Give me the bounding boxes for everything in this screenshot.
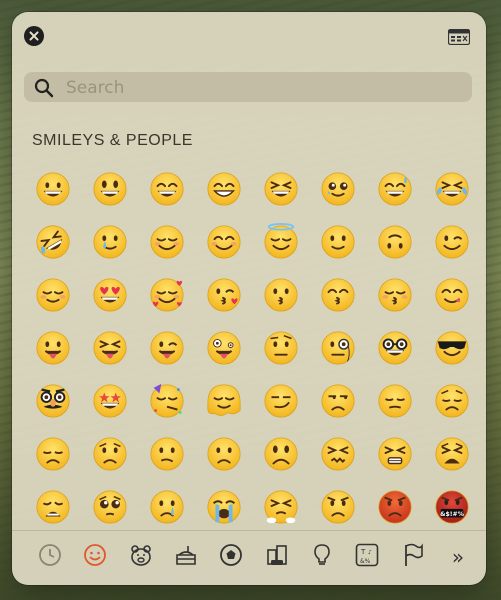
svg-text:T: T <box>360 548 366 556</box>
emoji-grid: &$!#% <box>24 162 484 533</box>
emoji-slightly-smiling[interactable] <box>309 215 366 268</box>
emoji-grinning-big-eyes[interactable] <box>81 162 138 215</box>
emoji-upside-down[interactable] <box>366 215 423 268</box>
emoji-sunglasses[interactable] <box>423 321 480 374</box>
category-smileys-button[interactable] <box>75 537 115 577</box>
emoji-partying[interactable] <box>138 374 195 427</box>
emoji-crying[interactable] <box>138 480 195 533</box>
emoji-tired[interactable] <box>423 427 480 480</box>
emoji-grinning[interactable] <box>24 162 81 215</box>
category-bar: T ♪ &% » <box>24 534 484 580</box>
emoji-smirk[interactable] <box>252 374 309 427</box>
search-icon <box>34 78 54 98</box>
category-animals-button[interactable] <box>121 537 161 577</box>
emoji-picker-panel: SMILEYS & PEOPLE <box>12 12 486 585</box>
svg-text:&$!#%: &$!#% <box>440 511 464 518</box>
food-icon <box>173 542 199 572</box>
travel-icon <box>264 542 290 572</box>
emoji-star-struck[interactable] <box>81 374 138 427</box>
category-food-button[interactable] <box>166 537 206 577</box>
emoji-unamused[interactable] <box>309 374 366 427</box>
emoji-heart-eyes[interactable] <box>81 268 138 321</box>
category-activity-button[interactable] <box>211 537 251 577</box>
emoji-grinning-smiling-eyes[interactable] <box>138 162 195 215</box>
more-categories-button[interactable]: » <box>438 537 478 577</box>
emoji-angry[interactable] <box>309 480 366 533</box>
emoji-smiling-blush[interactable] <box>195 215 252 268</box>
emoji-kissing-heart[interactable] <box>195 268 252 321</box>
close-button[interactable] <box>24 26 44 46</box>
category-flags-button[interactable] <box>393 537 433 577</box>
emoji-kissing[interactable] <box>252 268 309 321</box>
emoji-squinting-tongue[interactable] <box>81 321 138 374</box>
flags-icon <box>400 542 426 572</box>
character-viewer-icon[interactable] <box>447 28 471 46</box>
emoji-pouting[interactable] <box>366 480 423 533</box>
objects-icon <box>309 542 335 572</box>
emoji-pensive[interactable] <box>423 374 480 427</box>
emoji-kissing-closed-eyes[interactable] <box>366 268 423 321</box>
emoji-zany[interactable] <box>195 321 252 374</box>
emoji-melting[interactable] <box>195 374 252 427</box>
animals-icon <box>128 542 154 572</box>
emoji-yum[interactable] <box>423 268 480 321</box>
divider <box>12 530 486 531</box>
emoji-worried[interactable] <box>81 427 138 480</box>
activity-icon <box>218 542 244 572</box>
emoji-confused[interactable] <box>138 427 195 480</box>
category-objects-button[interactable] <box>302 537 342 577</box>
emoji-grinning-sweat[interactable] <box>366 162 423 215</box>
section-title: SMILEYS & PEOPLE <box>32 132 193 149</box>
category-symbols-button[interactable]: T ♪ &% <box>347 537 387 577</box>
category-recent-button[interactable] <box>30 537 70 577</box>
emoji-tongue-out[interactable] <box>24 321 81 374</box>
emoji-disguised[interactable] <box>24 374 81 427</box>
emoji-squinting-laughing[interactable] <box>252 162 309 215</box>
search-input[interactable] <box>64 76 458 100</box>
emoji-winking[interactable] <box>423 215 480 268</box>
symbols-icon: T ♪ &% <box>354 542 380 572</box>
emoji-frowning[interactable] <box>252 427 309 480</box>
emoji-dotted-line[interactable] <box>366 374 423 427</box>
emoji-pleading[interactable] <box>81 480 138 533</box>
search-field[interactable] <box>24 72 472 102</box>
emoji-beaming[interactable] <box>195 162 252 215</box>
svg-text:&%: &% <box>360 558 371 565</box>
recent-icon <box>37 542 63 572</box>
emoji-monocle[interactable] <box>309 321 366 374</box>
emoji-nerd[interactable] <box>366 321 423 374</box>
emoji-slightly-frowning[interactable] <box>195 427 252 480</box>
smileys-icon <box>82 542 108 572</box>
category-travel-button[interactable] <box>257 537 297 577</box>
emoji-smiling-hearts[interactable] <box>138 268 195 321</box>
emoji-winking-tongue[interactable] <box>138 321 195 374</box>
emoji-halo[interactable] <box>252 215 309 268</box>
emoji-rolling-laughing[interactable] <box>24 215 81 268</box>
emoji-raised-eyebrow[interactable] <box>252 321 309 374</box>
emoji-relaxed[interactable] <box>138 215 195 268</box>
emoji-kissing-smiling-eyes[interactable] <box>309 268 366 321</box>
emoji-tear-face[interactable] <box>81 215 138 268</box>
emoji-persevering[interactable] <box>366 427 423 480</box>
emoji-loudly-crying[interactable] <box>195 480 252 533</box>
emoji-relieved[interactable] <box>24 268 81 321</box>
emoji-cursing[interactable]: &$!#% <box>423 480 480 533</box>
emoji-sad-pensive[interactable] <box>24 427 81 480</box>
emoji-pleading-face[interactable] <box>309 162 366 215</box>
emoji-confounded[interactable] <box>309 427 366 480</box>
emoji-tears-of-joy[interactable] <box>423 162 480 215</box>
svg-text:♪: ♪ <box>368 549 372 556</box>
emoji-triumph[interactable] <box>252 480 309 533</box>
emoji-weary[interactable] <box>24 480 81 533</box>
